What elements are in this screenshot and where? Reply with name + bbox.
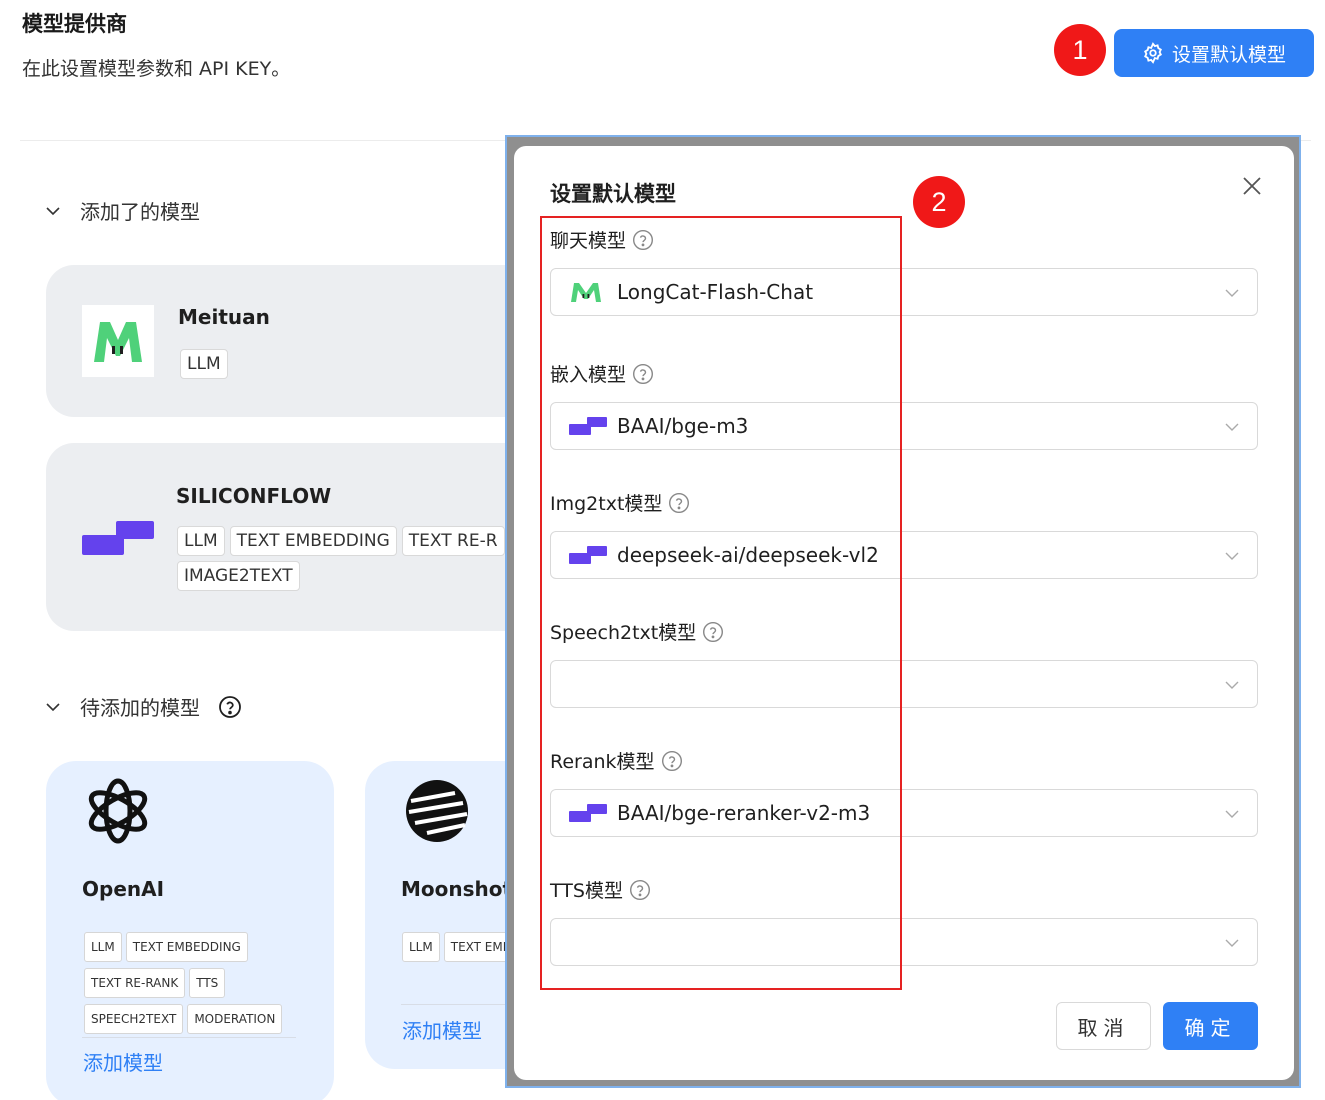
confirm-button[interactable]: 确定 [1163,1002,1258,1050]
model-tag: LLM [402,932,440,962]
model-tag: TTS [189,968,226,998]
add-model-link-moonshot[interactable]: 添加模型 [402,1015,482,1044]
help-icon[interactable] [629,879,651,901]
chevron-down-icon [1225,939,1239,947]
field-label-rerank: Rerank模型 [550,747,683,774]
field-label-chat: 聊天模型 [550,226,654,253]
model-tag: LLM [84,932,122,962]
help-icon[interactable] [218,695,242,719]
chevron-down-icon [1225,423,1239,431]
page-title: 模型提供商 [22,12,127,36]
field-label-tts: TTS模型 [550,876,651,903]
chevron-down-icon [1225,552,1239,560]
set-default-model-button[interactable]: 设置默认模型 [1114,29,1314,77]
meituan-logo-icon [82,305,154,377]
provider-name-siliconflow: SILICONFLOW [176,484,332,508]
embedding-model-select[interactable]: BAAI/bge-m3 [550,402,1258,450]
gear-icon [1144,42,1162,64]
chevron-down-icon [1225,810,1239,818]
select-value: deepseek-ai/deepseek-vl2 [617,543,879,567]
moonshot-logo-icon [405,779,469,843]
select-value: BAAI/bge-reranker-v2-m3 [617,801,871,825]
help-icon[interactable] [661,750,683,772]
provider-name-moonshot: Moonshot [401,877,513,901]
model-tag: LLM [177,526,225,556]
annotation-badge-2: 2 [913,176,965,228]
field-label-text: 嵌入模型 [550,364,627,386]
field-label-text: TTS模型 [550,880,623,902]
chevron-down-icon [46,702,60,711]
help-icon[interactable] [632,363,654,385]
meituan-icon [569,282,607,302]
set-default-model-label: 设置默认模型 [1171,44,1286,66]
field-label-img2txt: Img2txt模型 [550,489,690,516]
default-model-dialog: 设置默认模型 聊天模型 LongCat-Flash-Chat 嵌入模型 BAAI… [514,146,1294,1080]
page-description: 在此设置模型参数和 API KEY。 [22,58,291,80]
field-label-text: Img2txt模型 [550,493,663,515]
card-divider [82,1037,296,1038]
model-tag: TEXT EMBEDDING [125,932,248,962]
chevron-down-icon [1225,289,1239,297]
model-tag: LLM [180,349,228,379]
field-label-embedding: 嵌入模型 [550,360,654,387]
provider-card-meituan[interactable]: Meituan LLM [46,265,566,417]
chevron-down-icon [46,206,60,215]
openai-logo-icon [82,775,154,847]
model-tag: TEXT EMI [443,932,514,962]
section-added-models[interactable]: 添加了的模型 [44,196,200,225]
rerank-model-select[interactable]: BAAI/bge-reranker-v2-m3 [550,789,1258,837]
select-value: LongCat-Flash-Chat [617,280,814,304]
provider-card-siliconflow[interactable]: SILICONFLOW LLM TEXT EMBEDDING TEXT RE-R… [46,443,566,631]
field-label-speech2txt: Speech2txt模型 [550,618,724,645]
chevron-down-icon [1225,681,1239,689]
model-tag: TEXT RE-RANK [84,968,186,998]
img2txt-model-select[interactable]: deepseek-ai/deepseek-vl2 [550,531,1258,579]
add-model-link-openai[interactable]: 添加模型 [83,1047,163,1076]
siliconflow-logo-icon [82,521,154,555]
provider-name-openai: OpenAI [82,877,165,901]
model-tag: IMAGE2TEXT [177,561,300,591]
dialog-title: 设置默认模型 [550,182,676,206]
model-tag: MODERATION [187,1004,283,1034]
section-added-title: 添加了的模型 [80,200,200,224]
help-icon[interactable] [702,621,724,643]
siliconflow-icon [569,803,607,823]
help-icon[interactable] [632,229,654,251]
chat-model-select[interactable]: LongCat-Flash-Chat [550,268,1258,316]
provider-card-openai[interactable]: OpenAI LLM TEXT EMBEDDING TEXT RE-RANK T… [46,761,334,1100]
field-label-text: 聊天模型 [550,230,627,252]
model-tag: TEXT RE-R [401,526,505,556]
siliconflow-icon [569,545,607,565]
cancel-button[interactable]: 取消 [1056,1002,1151,1050]
section-pending-models[interactable]: 待添加的模型 [44,692,242,721]
section-pending-title: 待添加的模型 [80,696,200,720]
select-value: BAAI/bge-m3 [617,414,749,438]
annotation-badge-1: 1 [1054,24,1106,76]
siliconflow-icon [569,416,607,436]
model-tag: SPEECH2TEXT [84,1004,184,1034]
help-icon[interactable] [668,492,690,514]
provider-name-meituan: Meituan [178,305,270,329]
field-label-text: Rerank模型 [550,751,655,773]
tts-model-select[interactable] [550,918,1258,966]
speech2txt-model-select[interactable] [550,660,1258,708]
close-icon[interactable] [1242,176,1262,196]
field-label-text: Speech2txt模型 [550,622,697,644]
model-tag: TEXT EMBEDDING [229,526,397,556]
